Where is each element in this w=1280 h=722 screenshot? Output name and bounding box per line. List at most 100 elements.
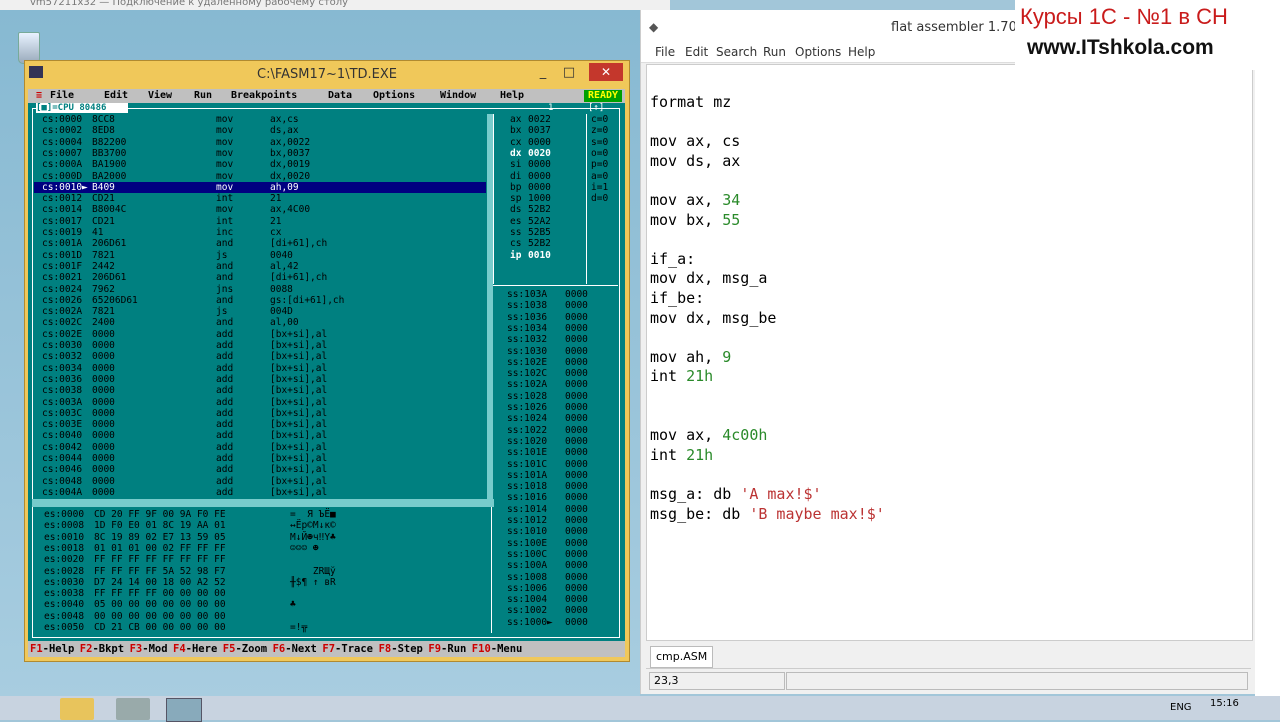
register-row[interactable]: cs 52B2	[510, 238, 580, 249]
disasm-row[interactable]: cs:0004 B82200 mov ax,0022	[34, 137, 486, 148]
register-row[interactable]: ip 0010	[510, 250, 580, 261]
stack-row[interactable]: ss:1014 0000	[507, 504, 615, 515]
td-taskbar-icon[interactable]	[166, 698, 202, 722]
fasm-menu-search[interactable]: Search	[716, 45, 757, 59]
maximize-button[interactable]: □	[557, 64, 581, 82]
disasm-row[interactable]: cs:0044 0000 add [bx+si],al	[34, 453, 486, 464]
dump-pane[interactable]: es:0000 CD 20 FF 9F 00 9A F0 FE = Я ЪЁ■ es:…	[34, 507, 490, 633]
disasm-row[interactable]: cs:001F 2442 and al,42	[34, 261, 486, 272]
td-menu-data[interactable]: Data	[328, 90, 352, 101]
close-button[interactable]: ✕	[589, 63, 623, 81]
register-row[interactable]: ds 52B2	[510, 204, 580, 215]
flag-row[interactable]: a=0	[591, 171, 615, 182]
stack-row[interactable]: ss:1008 0000	[507, 572, 615, 583]
disasm-row[interactable]: cs:0026 65206D61 and gs:[di+61],ch	[34, 295, 486, 306]
file-explorer-icon[interactable]	[60, 698, 94, 720]
disasm-row[interactable]: cs:004A 0000 add [bx+si],al	[34, 487, 486, 498]
flag-row[interactable]: p=0	[591, 159, 615, 170]
disasm-row[interactable]: cs:0032 0000 add [bx+si],al	[34, 351, 486, 362]
stack-row[interactable]: ss:1022 0000	[507, 425, 615, 436]
clock[interactable]: 15:16	[1210, 698, 1239, 709]
disasm-row[interactable]: cs:0034 0000 add [bx+si],al	[34, 363, 486, 374]
td-menu-breakpoints[interactable]: Breakpoints	[231, 90, 297, 101]
stack-row[interactable]: ss:102C 0000	[507, 368, 615, 379]
flags-pane[interactable]: c=0 z=0 s=0 o=0 p=0 a=0 i=1 d=0	[586, 114, 617, 284]
dump-row[interactable]: es:0008 1D F0 E0 01 8C 19 AA 01 ↔Ёр©М↓к©	[34, 520, 484, 531]
disasm-row[interactable]: cs:0030 0000 add [bx+si],al	[34, 340, 486, 351]
code-hscrollbar[interactable]	[32, 499, 494, 507]
disasm-row[interactable]: cs:0021 206D61 and [di+61],ch	[34, 272, 486, 283]
stack-row[interactable]: ss:1002 0000	[507, 605, 615, 616]
dump-row[interactable]: es:0018 01 01 01 00 02 FF FF FF ☺☺☺ ☻	[34, 543, 484, 554]
stack-row[interactable]: ss:1010 0000	[507, 526, 615, 537]
flag-row[interactable]: o=0	[591, 148, 615, 159]
disasm-row[interactable]: cs:002E 0000 add [bx+si],al	[34, 329, 486, 340]
stack-row[interactable]: ss:101C 0000	[507, 459, 615, 470]
stack-row[interactable]: ss:1036 0000	[507, 312, 615, 323]
disasm-row[interactable]: cs:003A 0000 add [bx+si],al	[34, 397, 486, 408]
disasm-row[interactable]: cs:0046 0000 add [bx+si],al	[34, 464, 486, 475]
disasm-row[interactable]: cs:0024 7962 jns 0088	[34, 284, 486, 295]
stack-row[interactable]: ss:102A 0000	[507, 379, 615, 390]
register-row[interactable]: es 52A2	[510, 216, 580, 227]
stack-pane[interactable]: ss:103A 0000 ss:1038 0000 ss:1036 0000 ss:1034…	[493, 289, 617, 633]
fasm-menu-edit[interactable]: Edit	[685, 45, 708, 59]
disasm-row[interactable]: cs:001D 7821 js 0040	[34, 250, 486, 261]
dump-row[interactable]: es:0000 CD 20 FF 9F 00 9A F0 FE = Я ЪЁ■	[34, 509, 484, 520]
stack-row[interactable]: ss:100C 0000	[507, 549, 615, 560]
stack-row[interactable]: ss:103A 0000	[507, 289, 615, 300]
stack-row[interactable]: ss:101A 0000	[507, 470, 615, 481]
fkey-f3[interactable]: F3-Mod	[130, 641, 168, 657]
td-menu-edit[interactable]: Edit	[104, 90, 128, 101]
td-menu-options[interactable]: Options	[373, 90, 415, 101]
td-menu-file[interactable]: File	[50, 90, 74, 101]
register-row[interactable]: ax 0022	[510, 114, 580, 125]
disasm-row[interactable]: cs:001A 206D61 and [di+61],ch	[34, 238, 486, 249]
flag-row[interactable]: d=0	[591, 193, 615, 204]
stack-row[interactable]: ss:1004 0000	[507, 594, 615, 605]
stack-row[interactable]: ss:1024 0000	[507, 413, 615, 424]
td-menu-help[interactable]: Help	[500, 90, 524, 101]
stack-row[interactable]: ss:101E 0000	[507, 447, 615, 458]
stack-row[interactable]: ss:1030 0000	[507, 346, 615, 357]
register-row[interactable]: cx 0000	[510, 137, 580, 148]
register-row[interactable]: bp 0000	[510, 182, 580, 193]
disasm-row[interactable]: cs:0042 0000 add [bx+si],al	[34, 442, 486, 453]
dump-row[interactable]: es:0040 05 00 00 00 00 00 00 00 ♣	[34, 599, 484, 610]
dump-row[interactable]: es:0030 D7 24 14 00 18 00 A2 52 ╫$¶ ↑ вR	[34, 577, 484, 588]
disasm-row[interactable]: cs:0010► B409 mov ah,09	[34, 181, 486, 193]
stack-row[interactable]: ss:1006 0000	[507, 583, 615, 594]
flag-row[interactable]: z=0	[591, 125, 615, 136]
td-menu-window[interactable]: Window	[440, 90, 476, 101]
flag-row[interactable]: c=0	[591, 114, 615, 125]
register-row[interactable]: sp 1000	[510, 193, 580, 204]
code-pane[interactable]: cs:0000 8CC8 mov ax,cs cs:0002 8ED8 mov ds,ax cs…	[34, 114, 486, 500]
fasm-menu-run[interactable]: Run	[763, 45, 786, 59]
stack-row[interactable]: ss:1000► 0000	[507, 617, 615, 628]
flag-row[interactable]: s=0	[591, 137, 615, 148]
disasm-row[interactable]: cs:0038 0000 add [bx+si],al	[34, 385, 486, 396]
dump-row[interactable]: es:0028 FF FF FF FF 5A 52 98 F7 ZRЩў	[34, 566, 484, 577]
language-indicator[interactable]: ENG	[1170, 702, 1192, 713]
td-menu-view[interactable]: View	[148, 90, 172, 101]
td-menu-system[interactable]: ≡	[36, 90, 42, 101]
fkey-f2[interactable]: F2-Bkpt	[80, 641, 124, 657]
stack-row[interactable]: ss:1032 0000	[507, 334, 615, 345]
disasm-row[interactable]: cs:0014 B8004C mov ax,4C00	[34, 204, 486, 215]
fkey-f8[interactable]: F8-Step	[379, 641, 423, 657]
td-menu-run[interactable]: Run	[194, 90, 212, 101]
fkey-f6[interactable]: F6-Next	[273, 641, 317, 657]
disasm-row[interactable]: cs:003E 0000 add [bx+si],al	[34, 419, 486, 430]
fkey-f7[interactable]: F7-Trace	[322, 641, 373, 657]
disasm-row[interactable]: cs:0012 CD21 int 21	[34, 193, 486, 204]
stack-row[interactable]: ss:100A 0000	[507, 560, 615, 571]
dump-row[interactable]: es:0048 00 00 00 00 00 00 00 00	[34, 611, 484, 622]
disasm-row[interactable]: cs:0036 0000 add [bx+si],al	[34, 374, 486, 385]
disasm-row[interactable]: cs:000D BA2000 mov dx,0020	[34, 171, 486, 182]
stack-row[interactable]: ss:1026 0000	[507, 402, 615, 413]
cpu-window-header[interactable]: [■]=CPU 80486	[36, 103, 128, 113]
disasm-row[interactable]: cs:0019 41 inc cx	[34, 227, 486, 238]
file-tab[interactable]: cmp.ASM	[650, 646, 714, 668]
fkey-f10[interactable]: F10-Menu	[472, 641, 523, 657]
minimize-button[interactable]: _	[531, 64, 555, 82]
